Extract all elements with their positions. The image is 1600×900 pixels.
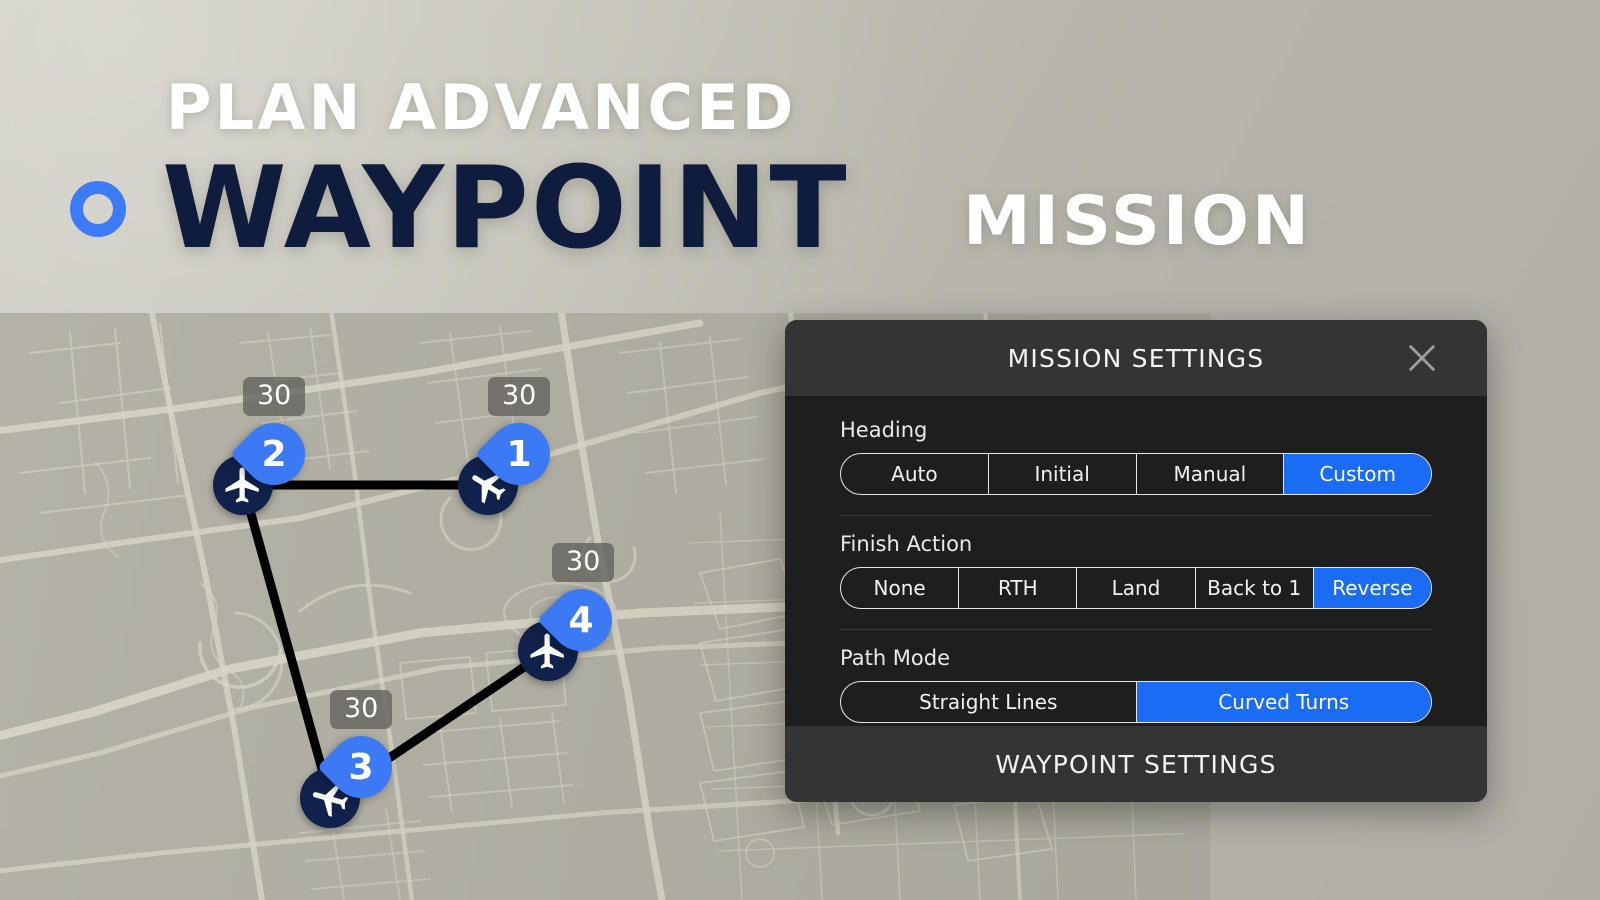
waypoint-settings-label: WAYPOINT SETTINGS <box>995 749 1277 779</box>
seg-option-auto[interactable]: Auto <box>841 454 989 494</box>
seg-option-rth[interactable]: RTH <box>959 568 1078 608</box>
waypoint-number-badge: 3 <box>317 723 405 811</box>
waypoint-number-badge: 1 <box>475 410 563 498</box>
segmented-control-finish-action: None RTH Land Back to 1 Reverse <box>840 567 1432 609</box>
altitude-label: 30 <box>552 543 615 583</box>
seg-option-initial[interactable]: Initial <box>989 454 1137 494</box>
seg-option-curved-turns[interactable]: Curved Turns <box>1136 682 1431 722</box>
hero-kicker: PLAN ADVANCED <box>166 71 797 144</box>
field-label-path-mode: Path Mode <box>840 646 951 670</box>
divider <box>840 515 1432 516</box>
panel-body: Heading Auto Initial Manual Custom Finis… <box>785 396 1487 744</box>
seg-option-reverse[interactable]: Reverse <box>1313 568 1431 608</box>
mission-settings-panel: MISSION SETTINGS Heading Auto Initial Ma… <box>785 320 1487 802</box>
waypoint-number: 1 <box>506 433 532 475</box>
waypoint-number: 4 <box>568 599 594 641</box>
field-heading: Heading Auto Initial Manual Custom <box>840 418 1432 495</box>
waypoint-settings-button[interactable]: WAYPOINT SETTINGS <box>785 726 1487 802</box>
segmented-control-heading: Auto Initial Manual Custom <box>840 453 1432 495</box>
hero-subtitle: MISSION <box>963 182 1312 261</box>
altitude-label: 30 <box>488 377 551 417</box>
waypoint-number: 2 <box>261 433 287 475</box>
altitude-label: 30 <box>243 377 306 417</box>
segmented-control-path-mode: Straight Lines Curved Turns <box>840 681 1432 723</box>
waypoint-number-badge: 2 <box>230 410 318 498</box>
field-path-mode: Path Mode Straight Lines Curved Turns <box>840 646 1432 723</box>
divider <box>840 629 1432 630</box>
seg-option-manual[interactable]: Manual <box>1137 454 1285 494</box>
field-label-finish-action: Finish Action <box>840 532 973 556</box>
hero-banner: PLAN ADVANCED WAYPOINT MISSION <box>0 0 1600 313</box>
seg-option-straight-lines[interactable]: Straight Lines <box>841 682 1137 722</box>
seg-option-none[interactable]: None <box>841 568 960 608</box>
field-finish-action: Finish Action None RTH Land Back to 1 Re… <box>840 532 1432 609</box>
waypoint-number-badge: 4 <box>537 576 625 664</box>
seg-option-land[interactable]: Land <box>1077 568 1196 608</box>
seg-option-back-to-1[interactable]: Back to 1 <box>1196 568 1314 608</box>
altitude-label: 30 <box>330 690 393 730</box>
panel-header: MISSION SETTINGS <box>785 320 1487 396</box>
ring-icon <box>70 181 126 237</box>
seg-option-custom[interactable]: Custom <box>1284 454 1431 494</box>
hero-title: WAYPOINT <box>162 142 849 274</box>
waypoint-number: 3 <box>348 746 374 788</box>
close-icon[interactable] <box>1405 341 1439 375</box>
panel-title: MISSION SETTINGS <box>1007 343 1265 373</box>
field-label-heading: Heading <box>840 418 928 442</box>
